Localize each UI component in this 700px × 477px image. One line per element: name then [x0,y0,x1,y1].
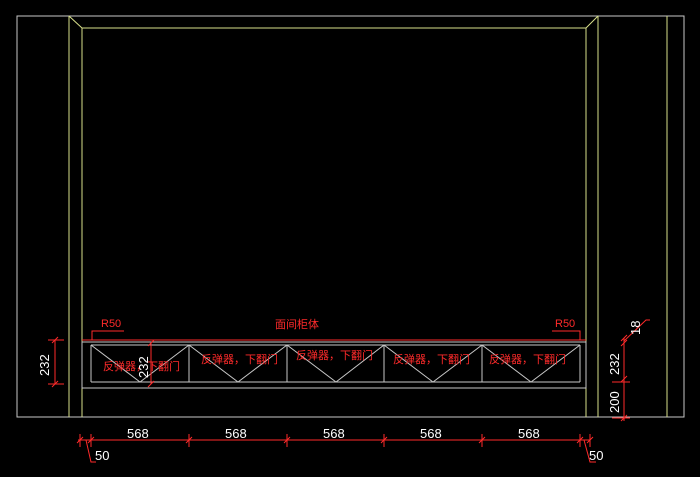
dimension-right-upper: 18 [628,321,643,335]
dimension-offset-right: 50 [589,448,603,463]
panel-label-2: 反弹器，下翻门 [201,352,278,366]
radius-label-left: R50 [101,318,121,330]
annotations [82,330,586,341]
dimension-width-4: 568 [420,426,442,441]
dimension-width-5: 568 [518,426,540,441]
panel-label-5: 反弹器，下翻门 [489,352,566,366]
cad-elevation-drawing: R50 R50 面间柜体 反弹器，下翻门 反弹器，下翻门 反弹器，下翻门 反弹器… [16,15,685,463]
dimension-left-height: 232 [37,354,52,376]
radius-label-right: R50 [555,318,575,330]
dimension-width-2: 568 [225,426,247,441]
dimension-width-3: 568 [323,426,345,441]
dimension-width-1: 568 [127,426,149,441]
panel-label-4: 反弹器，下翻门 [393,352,470,366]
dimension-offset-left: 50 [95,448,109,463]
dimension-right-middle: 232 [607,353,622,375]
dimension-center-height: 232 [136,356,151,378]
dimension-right-lower: 200 [607,391,622,413]
panel-label-3: 反弹器，下翻门 [296,348,373,362]
cabinet-note: 面间柜体 [275,317,319,331]
